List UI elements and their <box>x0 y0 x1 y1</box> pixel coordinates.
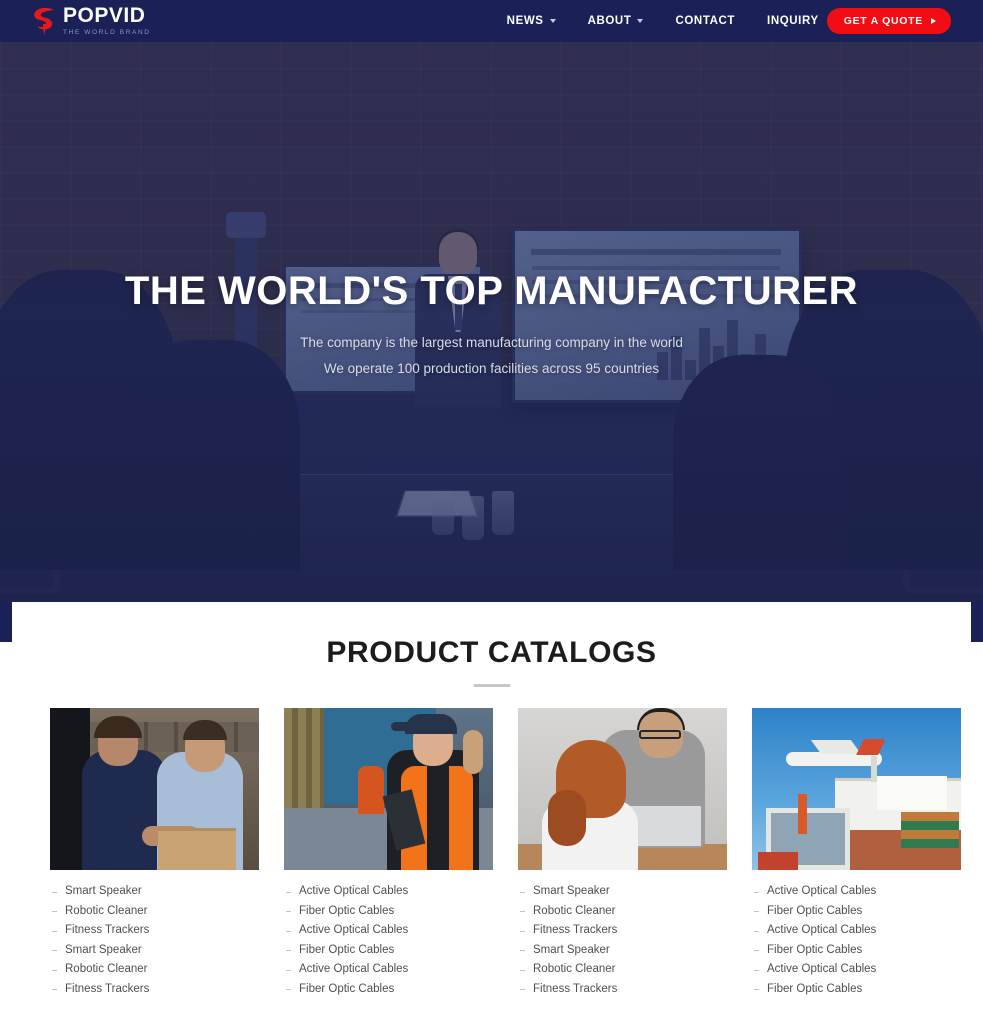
list-item[interactable]: Robotic Cleaner <box>50 960 259 980</box>
catalog-card-list: Smart Speaker Robotic Cleaner Fitness Tr… <box>50 882 259 999</box>
list-item[interactable]: Fitness Trackers <box>50 921 259 941</box>
logo-name: POPVID <box>63 3 146 27</box>
catalog-card-image[interactable] <box>518 708 727 870</box>
nav-item-news[interactable]: NEWS <box>507 15 556 27</box>
list-item[interactable]: Active Optical Cables <box>752 921 961 941</box>
catalog-card-list: Active Optical Cables Fiber Optic Cables… <box>752 882 961 999</box>
list-item[interactable]: Smart Speaker <box>518 941 727 961</box>
page-title: PRODUCT CATALOGS <box>326 636 657 669</box>
chevron-down-icon <box>549 19 556 23</box>
site-header: POPVID THE WORLD BRAND NEWS ABOUT CONTAC… <box>0 0 983 42</box>
nav-item-about[interactable]: ABOUT <box>588 15 644 27</box>
list-item[interactable]: Active Optical Cables <box>752 960 961 980</box>
hero-copy: THE WORLD'S TOP MANUFACTURER The company… <box>0 267 983 381</box>
list-item[interactable]: Active Optical Cables <box>284 921 493 941</box>
catalog-card[interactable]: Active Optical Cables Fiber Optic Cables… <box>284 708 493 999</box>
catalog-card-image[interactable] <box>50 708 259 870</box>
logo-text: POPVID THE WORLD BRAND <box>63 5 151 38</box>
list-item[interactable]: Robotic Cleaner <box>50 902 259 922</box>
list-item[interactable]: Active Optical Cables <box>752 882 961 902</box>
logo-tagline: THE WORLD BRAND <box>63 28 151 36</box>
list-item[interactable]: Fiber Optic Cables <box>752 980 961 1000</box>
catalog-card-list: Active Optical Cables Fiber Optic Cables… <box>284 882 493 999</box>
chevron-down-icon <box>637 19 644 23</box>
list-item[interactable]: Smart Speaker <box>50 941 259 961</box>
catalog-card-image[interactable] <box>284 708 493 870</box>
list-item[interactable]: Fiber Optic Cables <box>284 980 493 1000</box>
list-item[interactable]: Active Optical Cables <box>284 960 493 980</box>
catalog-card-image[interactable] <box>752 708 961 870</box>
title-underline <box>473 684 510 687</box>
catalog-card-list: Smart Speaker Robotic Cleaner Fitness Tr… <box>518 882 727 999</box>
page-root: POPVID THE WORLD BRAND NEWS ABOUT CONTAC… <box>0 0 983 1024</box>
list-item[interactable]: Fitness Trackers <box>50 980 259 1000</box>
catalog-card[interactable]: Smart Speaker Robotic Cleaner Fitness Tr… <box>518 708 727 999</box>
list-item[interactable]: Smart Speaker <box>518 882 727 902</box>
site-logo[interactable]: POPVID THE WORLD BRAND <box>31 5 151 38</box>
nav-label-about: ABOUT <box>587 15 632 27</box>
hero-subtitle-line-1: The company is the largest manufacturing… <box>300 335 683 350</box>
catalog-card[interactable]: Smart Speaker Robotic Cleaner Fitness Tr… <box>50 708 259 999</box>
catalog-card[interactable]: Active Optical Cables Fiber Optic Cables… <box>752 708 961 999</box>
list-item[interactable]: Robotic Cleaner <box>518 960 727 980</box>
list-item[interactable]: Robotic Cleaner <box>518 902 727 922</box>
swirl-logo-icon <box>31 6 57 36</box>
list-item[interactable]: Fiber Optic Cables <box>752 941 961 961</box>
nav-item-contact[interactable]: CONTACT <box>675 15 735 27</box>
list-item[interactable]: Fiber Optic Cables <box>752 902 961 922</box>
list-item[interactable]: Smart Speaker <box>50 882 259 902</box>
nav-label-news: NEWS <box>506 15 544 27</box>
hero-subtitle-line-2: We operate 100 production facilities acr… <box>323 361 660 376</box>
get-a-quote-label: GET A QUOTE <box>843 15 923 27</box>
hero-banner: THE WORLD'S TOP MANUFACTURER The company… <box>0 42 983 640</box>
hero-title: THE WORLD'S TOP MANUFACTURER <box>124 269 859 313</box>
list-item[interactable]: Fiber Optic Cables <box>284 941 493 961</box>
main-navigation: NEWS ABOUT CONTACT INQUIRY GET A QUOTE <box>507 8 951 34</box>
list-item[interactable]: Fitness Trackers <box>518 980 727 1000</box>
play-arrow-icon <box>931 18 936 24</box>
list-item[interactable]: Active Optical Cables <box>284 882 493 902</box>
list-item[interactable]: Fitness Trackers <box>518 921 727 941</box>
product-catalogs-section: PRODUCT CATALOGS Smart Speaker Robotic C… <box>12 602 971 1024</box>
nav-item-inquiry[interactable]: INQUIRY <box>767 15 819 27</box>
catalog-card-grid: Smart Speaker Robotic Cleaner Fitness Tr… <box>50 708 961 999</box>
list-item[interactable]: Fiber Optic Cables <box>284 902 493 922</box>
get-a-quote-button[interactable]: GET A QUOTE <box>826 8 951 34</box>
